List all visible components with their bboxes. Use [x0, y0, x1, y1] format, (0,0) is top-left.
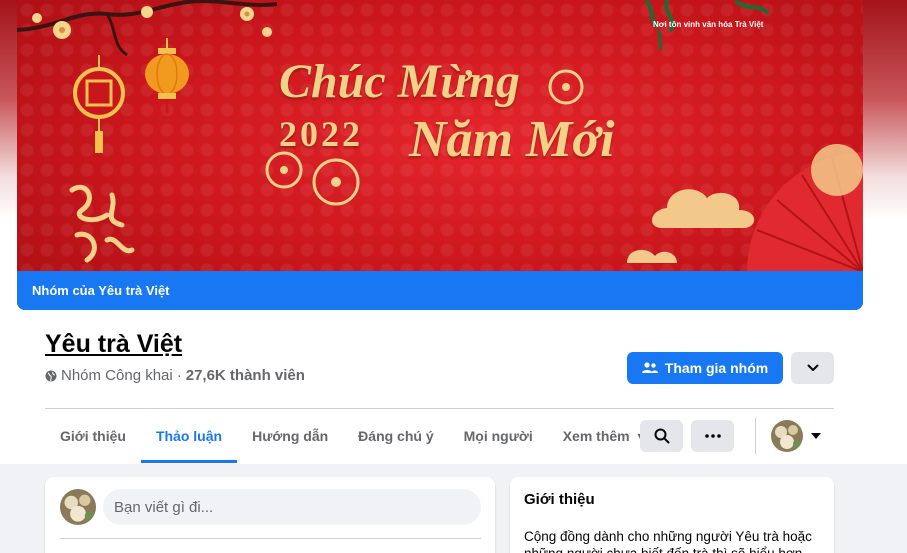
- globe-icon: [45, 370, 57, 381]
- header-more-button[interactable]: [791, 352, 834, 384]
- greeting-line-1: Chúc Mừng: [279, 55, 520, 108]
- group-owner-label: Nhóm của Yêu trà Việt: [32, 283, 170, 298]
- tab-label: Xem thêm: [562, 428, 630, 444]
- tab-discussion[interactable]: Thảo luận: [140, 409, 238, 463]
- blossom-icon: [548, 69, 584, 105]
- tab-featured[interactable]: Đáng chú ý: [343, 409, 448, 463]
- join-group-button[interactable]: Tham gia nhóm: [627, 352, 783, 384]
- more-dots-icon: [704, 434, 721, 438]
- about-description: Cộng đồng dành cho những người Yêu trà h…: [524, 529, 812, 553]
- group-cover-photo[interactable]: Nơi tôn vinh văn hóa Trà Việt Chúc Mừng …: [17, 0, 863, 310]
- avatar[interactable]: [60, 489, 96, 525]
- group-meta: Nhóm Công khai · 27,6K thành viên: [45, 367, 305, 384]
- tab-about[interactable]: Giới thiệu: [45, 409, 141, 463]
- tab-label: Giới thiệu: [60, 428, 126, 444]
- calligraphy-art-icon: [69, 185, 135, 263]
- about-card: Giới thiệu Cộng đồng dành cho những ngườ…: [510, 477, 834, 553]
- post-input-placeholder: Bạn viết gì đi...: [114, 498, 214, 516]
- tab-separator: [755, 418, 756, 454]
- tab-label: Thảo luận: [155, 428, 223, 444]
- tab-people[interactable]: Mọi người: [449, 409, 548, 463]
- group-owner-strip: Nhóm của Yêu trà Việt: [17, 271, 863, 310]
- paper-fan-icon: [747, 144, 863, 272]
- greeting-line-2: Năm Mới: [409, 111, 615, 168]
- tab-label: Mọi người: [463, 428, 533, 444]
- join-group-label: Tham gia nhóm: [664, 360, 769, 376]
- account-caret-icon[interactable]: [810, 431, 822, 441]
- chevron-down-icon: [807, 364, 818, 371]
- composer-divider: [60, 538, 481, 539]
- group-privacy: Nhóm Công khai: [61, 367, 173, 384]
- blossom-icon: [312, 158, 360, 206]
- search-icon: [654, 428, 669, 444]
- avatar[interactable]: [771, 420, 803, 452]
- tea-avatar-icon: [771, 420, 803, 452]
- post-composer: Bạn viết gì đi...: [45, 477, 495, 553]
- search-button[interactable]: [640, 420, 683, 452]
- about-title: Giới thiệu: [524, 491, 595, 508]
- member-count[interactable]: 27,6K thành viên: [186, 367, 305, 384]
- tab-guides[interactable]: Hướng dẫn: [237, 409, 343, 463]
- more-options-button[interactable]: [691, 420, 734, 452]
- tea-avatar-icon: [60, 489, 96, 525]
- group-tabs: Giới thiệu Thảo luận Hướng dẫn Đáng chú …: [45, 409, 660, 463]
- brand-tagline: Nơi tôn vinh văn hóa Trà Việt: [653, 20, 764, 29]
- lucky-knot-icon: [73, 55, 125, 153]
- greeting-year: 2022: [279, 114, 363, 154]
- group-title[interactable]: Yêu trà Việt: [45, 330, 182, 359]
- tab-label: Đáng chú ý: [358, 428, 434, 444]
- post-input[interactable]: Bạn viết gì đi...: [103, 489, 481, 525]
- meta-separator: ·: [176, 367, 182, 384]
- group-join-icon: [641, 362, 658, 373]
- tab-label: Hướng dẫn: [252, 428, 329, 444]
- lantern-icon: [145, 38, 189, 113]
